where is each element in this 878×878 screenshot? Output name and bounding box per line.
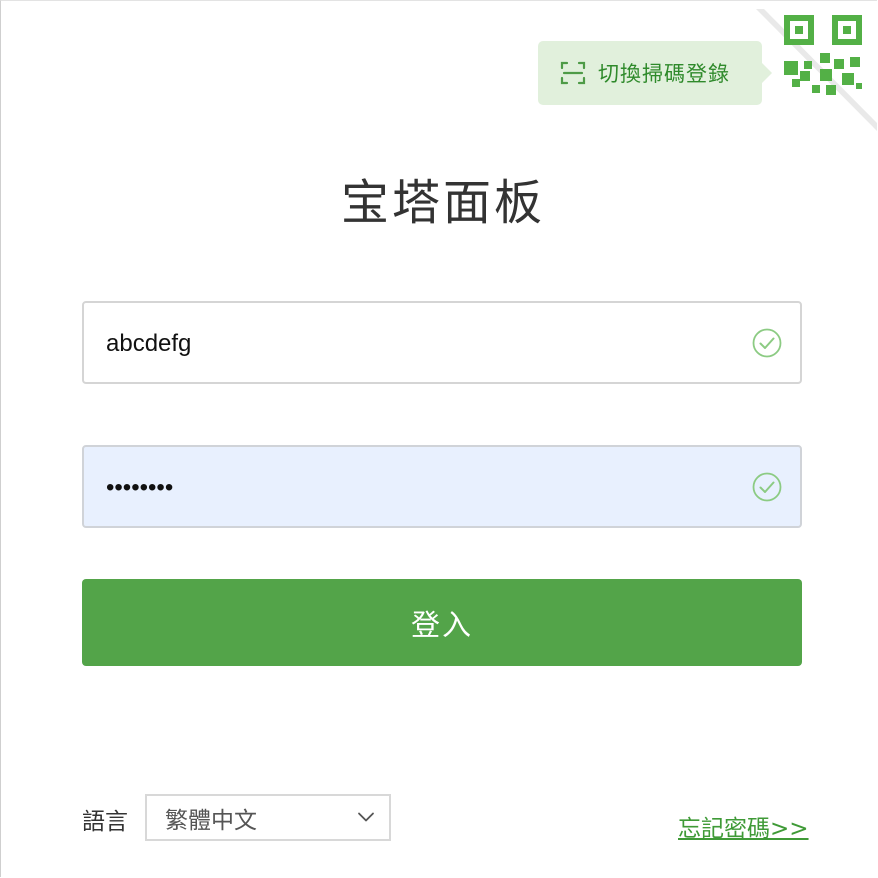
language-select-value: 繁體中文 [165,807,257,834]
page-title: 宝塔面板 [340,175,545,231]
chevron-down-icon [358,812,374,822]
forgot-password-link[interactable]: 忘記密碼>> [678,809,809,843]
language-select[interactable]: 繁體中文 [145,794,391,841]
username-input[interactable] [104,303,748,384]
password-input[interactable] [104,447,748,528]
login-panel: 切換掃碼登錄 宝塔面板 abcdefg 登入 語言 繁體中文 忘記密碼>> [0,0,877,877]
check-circle-icon [752,328,782,358]
language-label: 語言 [82,809,128,835]
qr-login-tip-text: 切換掃碼登錄 [598,62,730,86]
qr-login-tip[interactable]: 切換掃碼登錄 [538,41,772,105]
check-circle-icon [752,472,782,502]
password-field-wrapper [82,445,802,528]
username-field-wrapper [82,301,802,384]
login-button[interactable]: 登入 [82,579,802,666]
scan-icon [560,61,586,85]
qr-code-icon[interactable] [756,1,877,131]
